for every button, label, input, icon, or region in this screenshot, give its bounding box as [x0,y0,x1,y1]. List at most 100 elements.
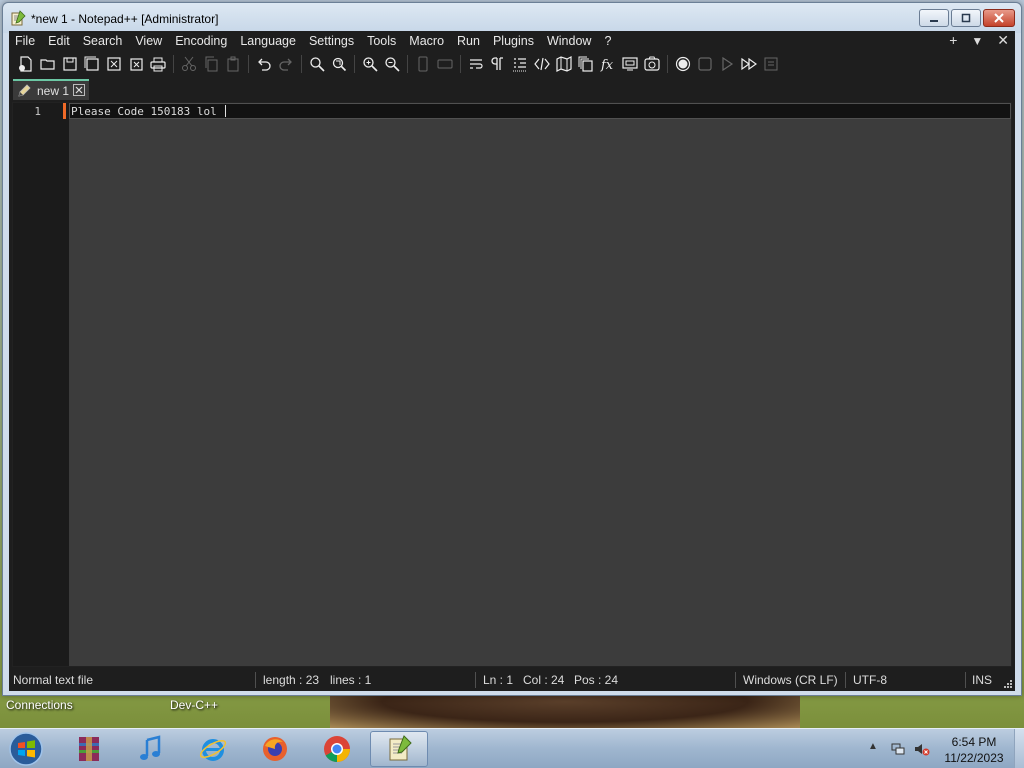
show-all-chars-icon[interactable] [487,53,509,75]
toolbar-separator [354,55,355,73]
maximize-button[interactable] [951,9,981,27]
menu-search[interactable]: Search [77,31,130,51]
dropdown-icon[interactable]: ▼ [971,32,983,49]
menu-bar: File Edit Search View Encoding Language … [9,31,1015,51]
sync-horizontal-icon[interactable] [434,53,456,75]
desktop-label-connections[interactable]: Connections [6,698,73,712]
tab-bar: new 1 [9,78,1015,100]
close-icon [994,13,1004,23]
status-length: length : 23 [263,673,320,687]
status-separator [475,672,476,688]
language-icon[interactable] [531,53,553,75]
record-macro-icon[interactable] [672,53,694,75]
stop-macro-icon[interactable] [694,53,716,75]
line-number: 1 [34,105,41,118]
pencil-icon [18,83,31,97]
taskbar-internet-explorer[interactable] [184,731,242,767]
replace-icon[interactable] [328,53,350,75]
menu-tools[interactable]: Tools [361,31,403,51]
change-history-marker [63,103,66,119]
internet-explorer-icon [199,739,227,761]
toolbar: fx [9,52,1015,76]
plus-icon[interactable]: + [949,32,957,49]
function-list-icon[interactable]: fx [597,53,619,75]
show-hidden-icons-chevron-icon[interactable]: ▲ [868,741,878,752]
toolbar-separator [460,55,461,73]
status-separator [965,672,966,688]
toolbar-separator [407,55,408,73]
copy-icon[interactable] [200,53,222,75]
system-clock[interactable]: 6:54 PM 11/22/2023 [936,734,1012,766]
run-macro-multiple-icon[interactable] [738,53,760,75]
document-list-icon[interactable] [575,53,597,75]
notepad-plus-plus-icon [389,735,412,761]
new-file-icon[interactable] [15,53,37,75]
play-macro-icon[interactable] [716,53,738,75]
menu-window[interactable]: Window [541,31,598,51]
svg-text:fx: fx [600,58,614,72]
taskbar-winrar[interactable] [60,731,118,767]
word-wrap-icon[interactable] [465,53,487,75]
undo-icon[interactable] [253,53,275,75]
save-macro-icon[interactable] [760,53,782,75]
status-eol[interactable]: Windows (CR LF) [743,673,838,687]
tab-new-1[interactable]: new 1 [13,79,89,100]
print-icon[interactable] [147,53,169,75]
notepadpp-window: *new 1 - Notepad++ [Administrator] File … [2,2,1022,696]
close-icon[interactable]: ✕ [997,32,1009,49]
monitoring-icon[interactable] [641,53,663,75]
editor-area[interactable]: 1 Please Code 150183 lol [12,102,1012,667]
zoom-out-icon[interactable] [381,53,403,75]
taskbar-itunes[interactable] [122,731,180,767]
menu-help[interactable]: ? [598,31,618,51]
find-icon[interactable] [306,53,328,75]
sync-vertical-icon[interactable] [412,53,434,75]
menu-run[interactable]: Run [451,31,487,51]
line-number-gutter: 1 [13,103,57,666]
title-bar[interactable]: *new 1 - Notepad++ [Administrator] [3,3,1021,33]
menu-settings[interactable]: Settings [303,31,361,51]
close-window-button[interactable] [983,9,1015,27]
text-caret [225,105,227,117]
taskbar-chrome[interactable] [308,731,366,767]
cut-icon[interactable] [178,53,200,75]
status-encoding[interactable]: UTF-8 [853,673,887,687]
start-button[interactable] [6,731,46,767]
document-map-icon[interactable] [553,53,575,75]
desktop-wallpaper-photo [330,695,800,728]
restore-icon [961,13,971,23]
paste-icon[interactable] [222,53,244,75]
status-separator [845,672,846,688]
close-icon[interactable] [103,53,125,75]
redo-icon[interactable] [275,53,297,75]
volume-muted-icon[interactable] [914,741,930,757]
tab-close-button[interactable] [73,84,85,96]
zoom-in-icon[interactable] [359,53,381,75]
minimize-button[interactable] [919,9,949,27]
save-icon[interactable] [59,53,81,75]
notepadpp-app-icon[interactable] [10,10,26,26]
folder-workspace-icon[interactable] [619,53,641,75]
taskbar-firefox[interactable] [246,731,304,767]
menu-encoding[interactable]: Encoding [169,31,234,51]
menu-view[interactable]: View [129,31,169,51]
menu-macro[interactable]: Macro [403,31,451,51]
desktop-label-devcpp[interactable]: Dev-C++ [170,698,218,712]
save-all-icon[interactable] [81,53,103,75]
open-file-icon[interactable] [37,53,59,75]
show-desktop-button[interactable] [1014,729,1024,768]
network-icon[interactable] [890,741,906,757]
close-all-icon[interactable] [125,53,147,75]
toolbar-separator [301,55,302,73]
fold-margin[interactable] [57,103,69,666]
menu-edit[interactable]: Edit [42,31,77,51]
windows-logo-icon [9,732,43,766]
editor-line[interactable]: Please Code 150183 lol [71,105,227,118]
menu-plugins[interactable]: Plugins [487,31,541,51]
clock-time: 6:54 PM [951,735,997,749]
resize-grip-icon[interactable] [1003,679,1013,689]
indent-guide-icon[interactable] [509,53,531,75]
menu-file[interactable]: File [9,31,42,51]
menu-language[interactable]: Language [234,31,303,51]
taskbar-notepadpp[interactable] [370,731,428,767]
